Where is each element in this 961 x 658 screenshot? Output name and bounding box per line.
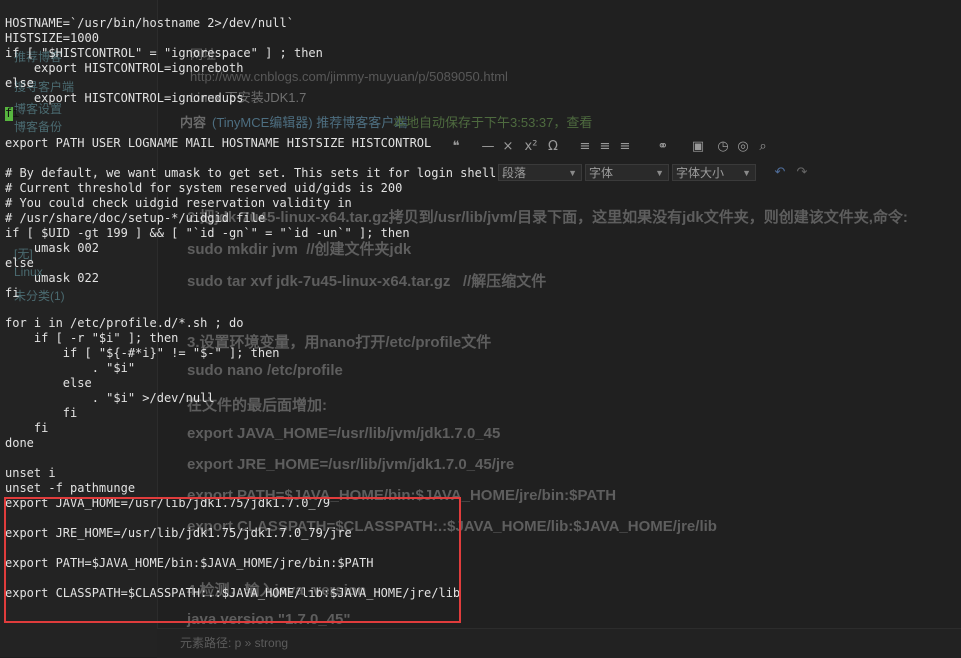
terminal-line: if [ $UID -gt 199 ] && [ "`id -gn`" = "`… bbox=[5, 226, 410, 240]
terminal-line: else bbox=[5, 256, 34, 270]
terminal-line: umask 022 bbox=[5, 271, 99, 285]
terminal-line: . "$i" >/dev/null bbox=[5, 391, 215, 405]
terminal-line: . "$i" bbox=[5, 361, 136, 375]
terminal-line: # By default, we want umask to get set. … bbox=[5, 166, 497, 180]
terminal-line: unset i bbox=[5, 466, 56, 480]
terminal-line: fi bbox=[5, 421, 49, 435]
terminal-line: fi bbox=[5, 406, 78, 420]
terminal-line: fi bbox=[5, 106, 20, 120]
terminal-line: # Current threshold for system reserved … bbox=[5, 181, 403, 195]
terminal-line: # You could check uidgid reservation val… bbox=[5, 196, 352, 210]
terminal-line: done bbox=[5, 436, 34, 450]
terminal-line: unset -f pathmunge bbox=[5, 481, 136, 495]
terminal-line: export HISTCONTROL=ignoredups bbox=[5, 91, 244, 105]
terminal-line: # /usr/share/doc/setup-*/uidgid file bbox=[5, 211, 266, 225]
terminal-output[interactable]: HOSTNAME=`/usr/bin/hostname 2>/dev/null`… bbox=[0, 0, 961, 657]
terminal-line: else bbox=[5, 76, 34, 90]
terminal-line: HOSTNAME=`/usr/bin/hostname 2>/dev/null` bbox=[5, 16, 294, 30]
terminal-line: for i in /etc/profile.d/*.sh ; do bbox=[5, 316, 244, 330]
terminal-line: export HISTCONTROL=ignoreboth bbox=[5, 61, 244, 75]
terminal-line: if [ -r "$i" ]; then bbox=[5, 331, 179, 345]
terminal-line: if [ "${-#*i}" != "$-" ]; then bbox=[5, 346, 280, 360]
terminal-line: umask 002 bbox=[5, 241, 99, 255]
terminal-line: if [ "$HISTCONTROL" = "ignorespace" ] ; … bbox=[5, 46, 323, 60]
terminal-line: HISTSIZE=1000 bbox=[5, 31, 99, 45]
highlight-annotation-box bbox=[4, 497, 461, 623]
terminal-line: else bbox=[5, 376, 92, 390]
terminal-line: fi bbox=[5, 286, 20, 300]
terminal-line: export PATH USER LOGNAME MAIL HOSTNAME H… bbox=[5, 136, 432, 150]
